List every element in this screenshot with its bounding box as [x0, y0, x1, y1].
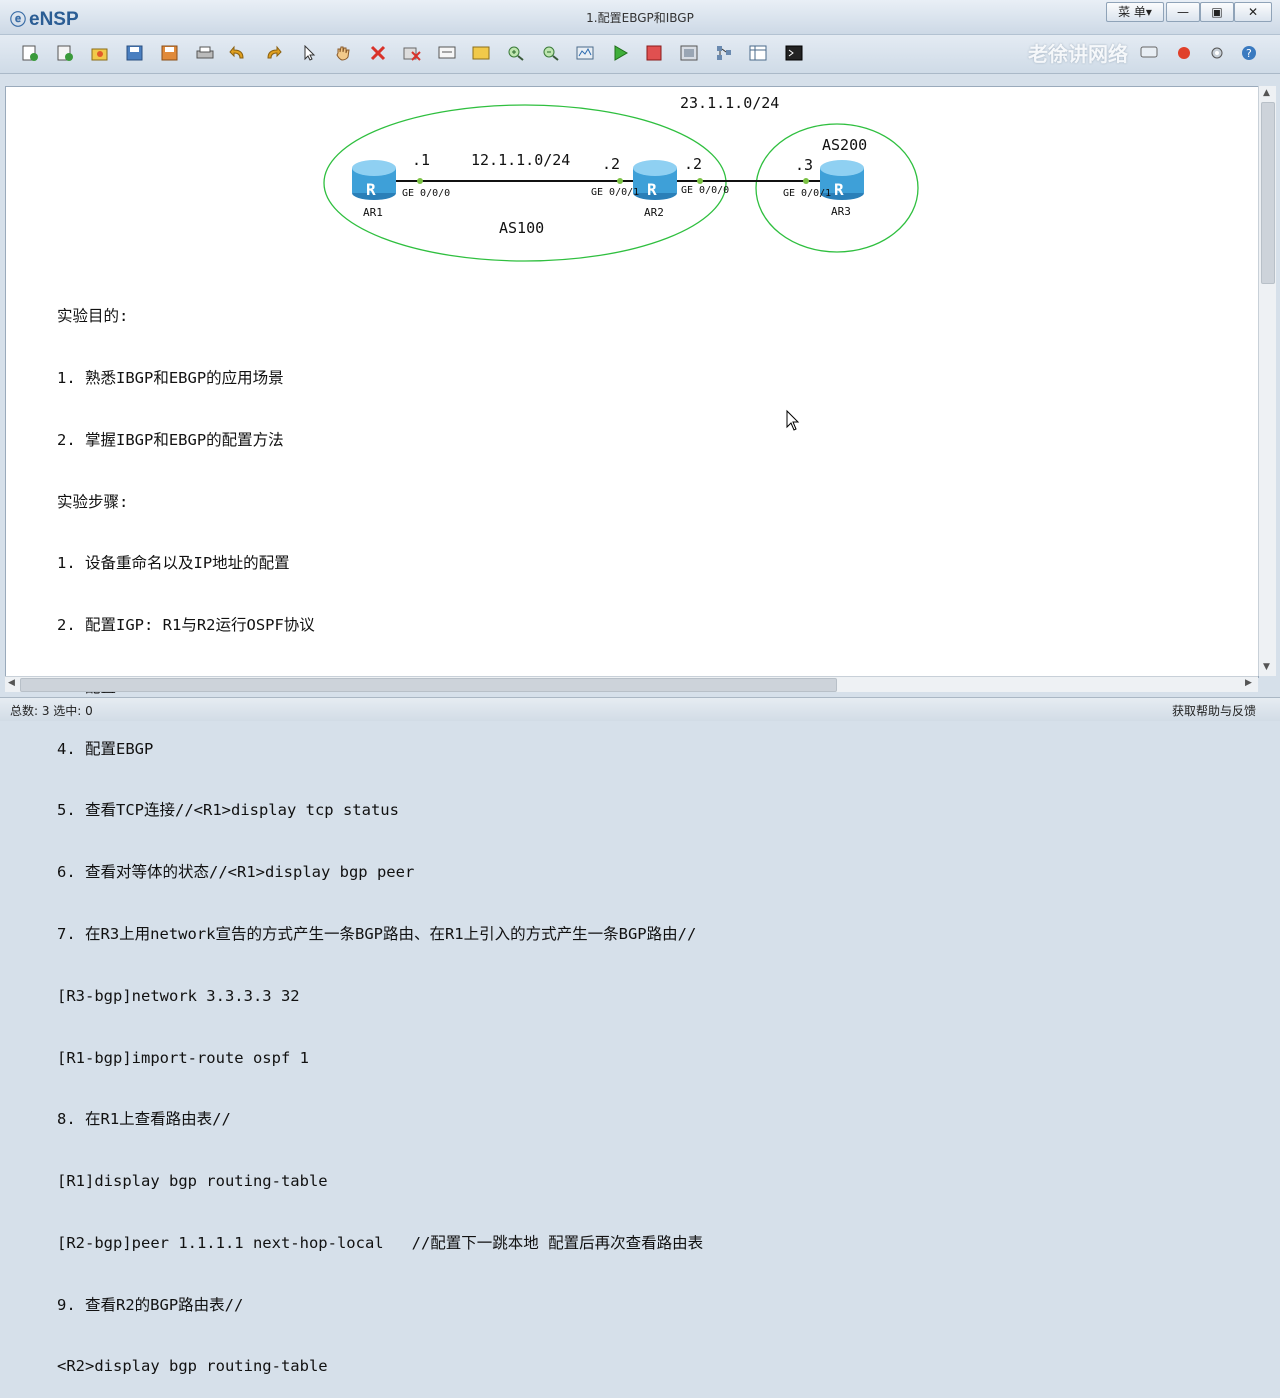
note-line: 实验目的:	[57, 307, 129, 326]
iface-ar3-ge001: GE 0/0/1	[783, 188, 831, 199]
port-ar1-ge000	[417, 178, 423, 184]
router-icon: R	[834, 180, 844, 199]
vertical-scroll-thumb[interactable]	[1261, 102, 1275, 284]
note-line: 5. 查看TCP连接//<R1>display tcp status	[57, 801, 399, 820]
note-line: 4. 配置EBGP	[57, 739, 154, 758]
scroll-right-icon[interactable]: ▶	[1245, 678, 1252, 688]
as100-label: AS100	[499, 219, 544, 237]
router-ar2[interactable]: R	[633, 160, 677, 200]
scroll-left-icon[interactable]: ◀	[8, 678, 15, 688]
note-line: 2. 配置IGP: R1与R2运行OSPF协议	[57, 616, 315, 635]
router-label-ar2: AR2	[644, 206, 664, 219]
note-line: [R1]display bgp routing-table	[57, 1172, 328, 1191]
iface-ar2-ge001: GE 0/0/1	[591, 187, 639, 198]
iface-ar2-ge000: GE 0/0/0	[681, 185, 729, 196]
mouse-cursor-icon	[786, 409, 800, 431]
lab-notes[interactable]: 实验目的: 1. 熟悉IBGP和EBGP的应用场景 2. 掌握IBGP和EBGP…	[57, 265, 703, 1398]
vertical-scrollbar[interactable]: ▲ ▼	[1258, 86, 1276, 676]
note-line: [R2-bgp]peer 1.1.1.1 next-hop-local //配置…	[57, 1233, 704, 1252]
addr-ar1: .1	[412, 151, 430, 169]
router-ar1[interactable]: R	[352, 160, 396, 200]
port-ar2-ge001	[617, 178, 623, 184]
note-line: [R1-bgp]import-route ospf 1	[57, 1048, 309, 1067]
network-label-top: 23.1.1.0/24	[680, 94, 779, 112]
note-line: 实验步骤:	[57, 492, 129, 511]
iface-ar1-ge000: GE 0/0/0	[402, 188, 450, 199]
horizontal-scrollbar[interactable]: ◀ ▶	[5, 676, 1258, 692]
port-ar2-ge000	[697, 178, 703, 184]
status-count: 总数: 3 选中: 0	[10, 704, 93, 718]
router-label-ar3: AR3	[831, 205, 851, 218]
router-icon: R	[366, 180, 376, 199]
addr-ar2-right: .2	[684, 155, 702, 173]
addr-ar2-left: .2	[602, 155, 620, 173]
addr-ar3: .3	[795, 156, 813, 174]
note-line: 7. 在R3上用network宣告的方式产生一条BGP路由、在R1上引入的方式产…	[57, 925, 697, 943]
port-ar3-ge001	[803, 178, 809, 184]
note-line: 9. 查看R2的BGP路由表//	[57, 1295, 244, 1314]
note-line: 6. 查看对等体的状态//<R1>display bgp peer	[57, 863, 415, 882]
scroll-up-icon[interactable]: ▲	[1263, 88, 1270, 98]
network-label-mid: 12.1.1.0/24	[471, 151, 570, 169]
feedback-link[interactable]: 获取帮助与反馈	[1172, 702, 1256, 719]
horizontal-scroll-thumb[interactable]	[20, 678, 837, 692]
note-line: 1. 熟悉IBGP和EBGP的应用场景	[57, 368, 284, 387]
router-icon: R	[647, 180, 657, 199]
as200-label: AS200	[822, 136, 867, 154]
note-line: 1. 设备重命名以及IP地址的配置	[57, 554, 290, 573]
note-line: [R3-bgp]network 3.3.3.3 32	[57, 986, 300, 1005]
note-line: 2. 掌握IBGP和EBGP的配置方法	[57, 430, 284, 449]
router-label-ar1: AR1	[363, 206, 383, 219]
note-line: <R2>display bgp routing-table	[57, 1357, 328, 1376]
note-line: 8. 在R1上查看路由表//	[57, 1110, 231, 1129]
scroll-down-icon[interactable]: ▼	[1263, 662, 1270, 672]
status-bar: 总数: 3 选中: 0 获取帮助与反馈	[0, 697, 1280, 721]
